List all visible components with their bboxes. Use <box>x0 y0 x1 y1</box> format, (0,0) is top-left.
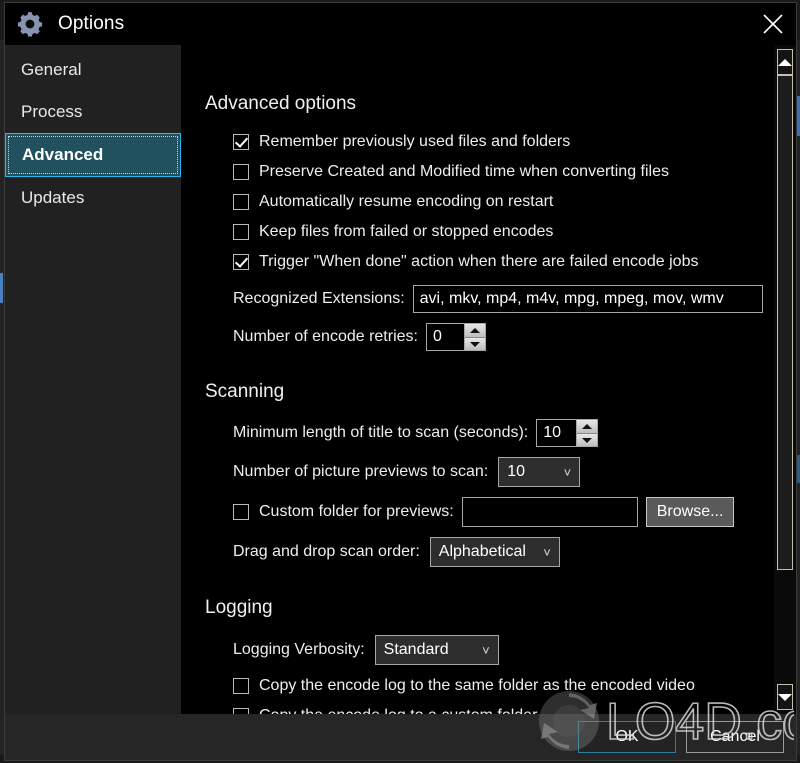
stepper-down-button[interactable] <box>464 337 485 350</box>
dialog-footer: OK Cancel <box>5 714 796 760</box>
scroll-down-arrow-icon <box>778 693 792 701</box>
row-scan-order: Drag and drop scan order: Alphabetical ˅ <box>233 537 773 567</box>
encode-retries-stepper[interactable] <box>425 323 486 351</box>
min-title-length-input[interactable] <box>536 419 577 447</box>
logging-verbosity-label: Logging Verbosity: <box>233 641 365 658</box>
min-title-length-label: Minimum length of title to scan (seconds… <box>233 424 529 441</box>
checkbox-label: Copy the encode log to a custom folder <box>259 707 537 714</box>
row-custom-preview-folder: Custom folder for previews: Browse... <box>233 497 773 527</box>
checkbox-row-preserve-time[interactable]: Preserve Created and Modified time when … <box>233 161 773 183</box>
section-logging: Logging Logging Verbosity: Standard ˅ Co… <box>205 597 773 714</box>
background-window-accent-left <box>0 273 3 303</box>
checkbox-row-copy-log-custom-folder[interactable]: Copy the encode log to a custom folder <box>233 705 773 714</box>
title-bar: Options <box>5 3 796 45</box>
checkbox-row-copy-log-same-folder[interactable]: Copy the encode log to the same folder a… <box>233 675 773 697</box>
checkbox-label: Copy the encode log to the same folder a… <box>259 677 695 694</box>
browse-preview-folder-button[interactable]: Browse... <box>645 497 735 527</box>
options-dialog: Options General Process Advanced Updates… <box>4 2 797 761</box>
recognized-extensions-input[interactable] <box>412 285 763 313</box>
recognized-extensions-label: Recognized Extensions: <box>233 290 405 307</box>
picture-previews-dropdown[interactable]: 10 ˅ <box>498 457 581 487</box>
section-scanning: Scanning Minimum length of title to scan… <box>205 381 773 567</box>
ok-button[interactable]: OK <box>578 721 676 753</box>
sidebar-nav: General Process Advanced Updates <box>5 45 181 714</box>
chevron-down-icon: ˅ <box>482 642 490 658</box>
picture-previews-label: Number of picture previews to scan: <box>233 463 489 480</box>
checkbox-label: Trigger "When done" action when there ar… <box>259 253 699 270</box>
chevron-down-icon: ˅ <box>543 544 551 560</box>
sidebar-item-process[interactable]: Process <box>5 91 181 133</box>
checkbox-remember-files[interactable] <box>233 134 249 150</box>
section-heading: Scanning <box>205 381 285 402</box>
sidebar-item-label: General <box>21 60 82 79</box>
sidebar-item-label: Updates <box>21 188 85 207</box>
cancel-button[interactable]: Cancel <box>686 721 784 753</box>
caret-down-icon <box>469 341 480 347</box>
checkbox-label: Keep files from failed or stopped encode… <box>259 223 554 240</box>
stepper-up-button[interactable] <box>464 324 485 337</box>
checkbox-label: Automatically resume encoding on restart <box>259 193 554 210</box>
encode-retries-input[interactable] <box>425 323 464 351</box>
close-icon <box>763 14 783 34</box>
checkbox-row-remember-files[interactable]: Remember previously used files and folde… <box>233 131 773 153</box>
caret-up-icon <box>469 328 480 333</box>
dialog-body: General Process Advanced Updates Advance… <box>5 45 796 714</box>
sidebar-item-advanced[interactable]: Advanced <box>5 133 181 177</box>
dropdown-value: Alphabetical <box>438 543 526 560</box>
section-heading: Advanced options <box>205 93 357 114</box>
caret-up-icon <box>582 424 593 429</box>
vertical-scrollbar[interactable] <box>773 45 796 714</box>
checkbox-row-keep-failed-files[interactable]: Keep files from failed or stopped encode… <box>233 221 773 243</box>
scroll-down-button[interactable] <box>777 684 793 710</box>
scroll-up-button[interactable] <box>777 49 793 75</box>
checkbox-copy-log-same-folder[interactable] <box>233 678 249 694</box>
content-area: Advanced options Remember previously use… <box>181 45 796 714</box>
encode-retries-spin-buttons <box>463 323 486 351</box>
row-recognized-extensions: Recognized Extensions: <box>233 285 773 313</box>
checkbox-trigger-when-done[interactable] <box>233 254 249 270</box>
gear-icon <box>17 12 43 37</box>
checkbox-row-auto-resume[interactable]: Automatically resume encoding on restart <box>233 191 773 213</box>
row-logging-verbosity: Logging Verbosity: Standard ˅ <box>233 635 773 665</box>
custom-preview-folder-label: Custom folder for previews: <box>259 503 454 520</box>
dropdown-value: 10 <box>507 463 526 480</box>
checkbox-custom-preview-folder[interactable] <box>233 504 249 520</box>
sidebar-item-updates[interactable]: Updates <box>5 177 181 219</box>
stepper-up-button[interactable] <box>577 420 598 433</box>
scroll-up-arrow-icon <box>778 58 792 66</box>
dropdown-value: Standard <box>383 641 449 658</box>
row-min-title-length: Minimum length of title to scan (seconds… <box>233 419 773 447</box>
checkbox-preserve-time[interactable] <box>233 164 249 180</box>
section-advanced-options: Advanced options Remember previously use… <box>205 93 773 351</box>
checkbox-keep-failed-files[interactable] <box>233 224 249 240</box>
scrollbar-thumb[interactable] <box>777 75 793 570</box>
min-title-length-stepper[interactable] <box>536 419 599 447</box>
encode-retries-label: Number of encode retries: <box>233 328 418 345</box>
settings-panel: Advanced options Remember previously use… <box>181 45 773 714</box>
logging-verbosity-dropdown[interactable]: Standard ˅ <box>374 635 499 665</box>
row-encode-retries: Number of encode retries: <box>233 323 773 351</box>
scrollbar-track[interactable] <box>777 75 793 684</box>
sidebar-item-label: Process <box>21 102 83 121</box>
custom-preview-folder-input[interactable] <box>461 497 638 527</box>
row-picture-previews: Number of picture previews to scan: 10 ˅ <box>233 457 773 487</box>
checkbox-label: Remember previously used files and folde… <box>259 133 571 150</box>
window-title: Options <box>58 13 125 34</box>
section-heading: Logging <box>205 597 273 618</box>
sidebar-item-general[interactable]: General <box>5 49 181 91</box>
min-title-length-spin-buttons <box>576 419 599 447</box>
close-button[interactable] <box>750 3 796 45</box>
stepper-down-button[interactable] <box>577 433 598 446</box>
sidebar-item-label: Advanced <box>22 145 104 164</box>
chevron-down-icon: ˅ <box>563 464 572 480</box>
caret-down-icon <box>582 437 593 443</box>
checkbox-row-trigger-when-done[interactable]: Trigger "When done" action when there ar… <box>233 251 773 273</box>
checkbox-label: Preserve Created and Modified time when … <box>259 163 669 180</box>
scan-order-label: Drag and drop scan order: <box>233 543 420 560</box>
checkbox-auto-resume[interactable] <box>233 194 249 210</box>
scan-order-dropdown[interactable]: Alphabetical ˅ <box>429 537 560 567</box>
